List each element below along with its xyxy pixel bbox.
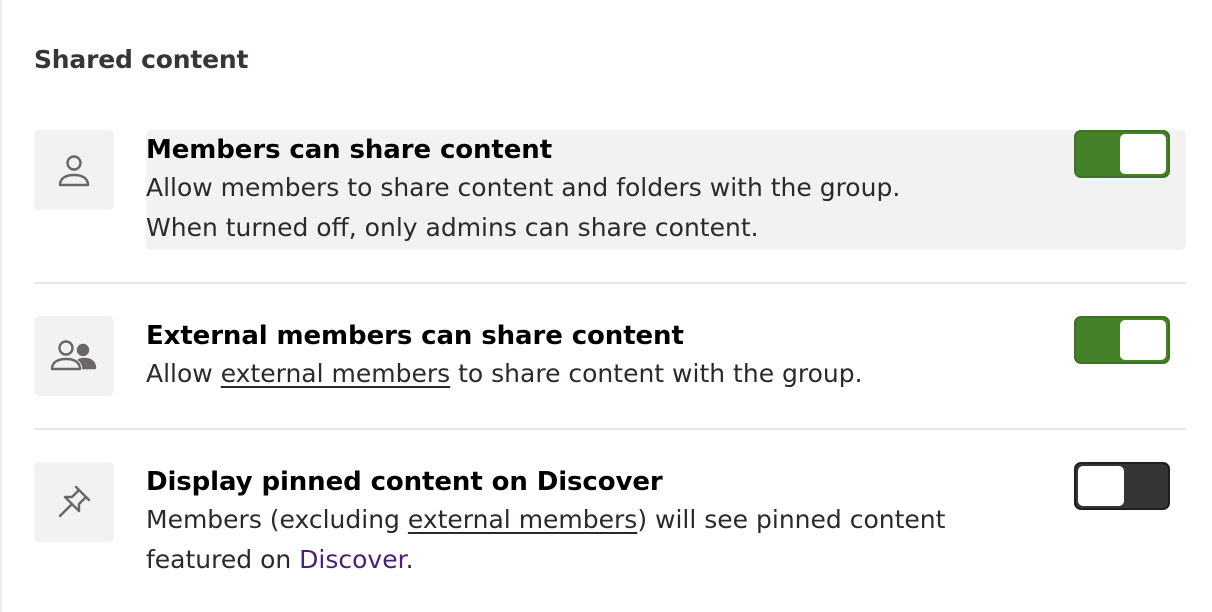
toggle-knob: [1120, 134, 1166, 174]
people-icon: [34, 316, 114, 396]
setting-title: Members can share content: [146, 135, 553, 165]
divider: [34, 428, 1186, 430]
description-text: .: [405, 545, 414, 574]
description-text: to share content with the group.: [450, 359, 863, 388]
setting-description: Allow external members to share content …: [146, 354, 1026, 394]
description-text: Members (excluding: [146, 505, 408, 534]
setting-title: Display pinned content on Discover: [146, 467, 663, 497]
setting-text: External members can share content Allow…: [146, 316, 1186, 397]
discover-link[interactable]: Discover: [299, 545, 405, 574]
setting-text: Display pinned content on Discover Membe…: [146, 462, 1186, 583]
description-line: Allow members to share content and folde…: [146, 173, 901, 202]
external-members-link[interactable]: external members: [221, 359, 450, 388]
divider: [34, 282, 1186, 284]
external-share-toggle[interactable]: [1074, 316, 1170, 364]
pinned-discover-toggle[interactable]: [1074, 462, 1170, 510]
toggle-knob: [1120, 320, 1166, 360]
setting-title: External members can share content: [146, 321, 684, 351]
pin-icon: [34, 462, 114, 542]
section-title: Shared content: [34, 45, 249, 74]
description-line: When turned off, only admins can share c…: [146, 213, 759, 242]
left-border: [0, 0, 2, 612]
person-icon: [34, 130, 114, 210]
setting-description: Allow members to share content and folde…: [146, 168, 1026, 248]
members-share-toggle[interactable]: [1074, 130, 1170, 178]
toggle-knob: [1078, 466, 1124, 506]
setting-text: Members can share content Allow members …: [146, 130, 1186, 250]
setting-description: Members (excluding external members) wil…: [146, 500, 1026, 580]
description-text: Allow: [146, 359, 221, 388]
external-members-link[interactable]: external members: [408, 505, 637, 534]
